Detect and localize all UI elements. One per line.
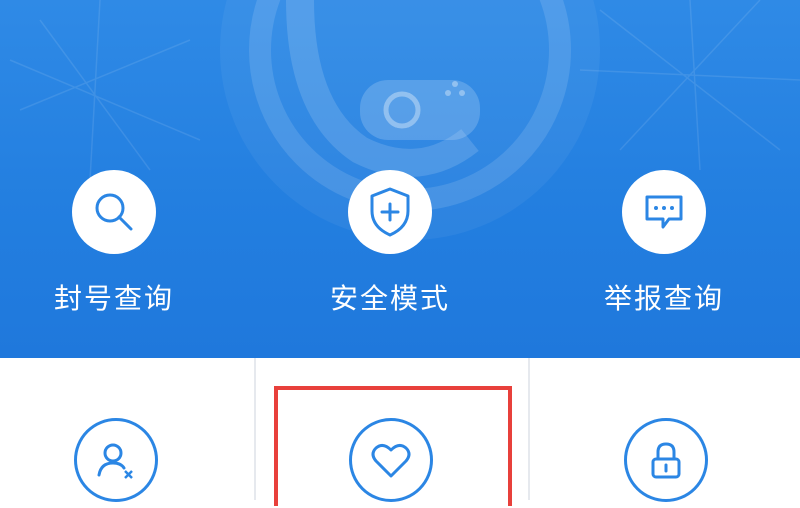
column-divider: [254, 358, 256, 500]
user-remove-icon: [97, 443, 133, 479]
lock-ring: [624, 418, 708, 502]
report-query-label: 举报查询: [603, 282, 724, 315]
user-remove-tile[interactable]: [74, 418, 164, 508]
chat-report-icon: [645, 195, 683, 229]
hero-banner: 封号查询 安全模式 举报查询: [0, 0, 800, 358]
report-query-tile[interactable]: 举报查询: [554, 170, 774, 316]
search-icon-circle: [72, 170, 156, 254]
shield-icon-circle: [348, 170, 432, 254]
account-ban-query-label: 封号查询: [53, 282, 174, 315]
lock-icon: [651, 442, 681, 479]
safe-mode-label: 安全模式: [329, 282, 450, 315]
highlight-box: [274, 386, 512, 506]
user-remove-ring: [74, 418, 158, 502]
lock-tile[interactable]: [624, 418, 714, 508]
column-divider: [528, 358, 530, 500]
safe-mode-tile[interactable]: 安全模式: [280, 170, 500, 316]
account-ban-query-tile[interactable]: 封号查询: [4, 170, 224, 316]
shield-plus-icon: [370, 187, 410, 237]
search-icon: [95, 193, 133, 231]
chat-icon-circle: [622, 170, 706, 254]
